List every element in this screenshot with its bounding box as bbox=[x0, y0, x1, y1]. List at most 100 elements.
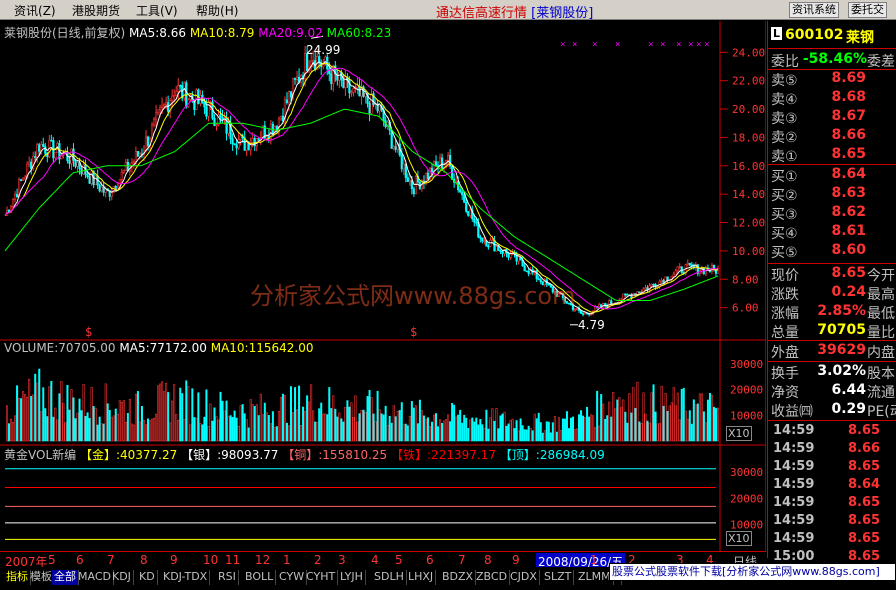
ask-level: 卖⑤ 8.69 bbox=[768, 70, 896, 89]
volume-bar bbox=[128, 399, 131, 442]
indicator-tab[interactable]: CYHT bbox=[304, 570, 339, 585]
stat-row-value: 0.24 bbox=[831, 284, 866, 300]
indicator-tab[interactable]: ZLMM bbox=[576, 570, 614, 585]
volume-bar bbox=[199, 422, 202, 442]
candle-body bbox=[352, 88, 355, 93]
date-label: 6 bbox=[76, 553, 84, 567]
candle-body bbox=[674, 270, 677, 275]
menu-info[interactable]: 资讯(Z) bbox=[14, 2, 56, 19]
volume-bar bbox=[396, 410, 399, 442]
candle-body bbox=[293, 78, 297, 80]
volume-bar bbox=[509, 420, 512, 442]
menu-help[interactable]: 帮助(H) bbox=[196, 2, 238, 19]
volume-bar bbox=[320, 402, 323, 442]
candle-body bbox=[434, 161, 438, 166]
volume-bar bbox=[185, 380, 188, 442]
candle-body bbox=[86, 174, 89, 177]
volume-bar bbox=[32, 394, 35, 442]
indicator-tab[interactable]: BDZX bbox=[440, 570, 477, 585]
menu-hk-futures[interactable]: 港股期货 bbox=[72, 2, 120, 19]
ask-level-value: 8.68 bbox=[831, 89, 866, 105]
volume-bar bbox=[271, 411, 274, 442]
volume-bar bbox=[555, 431, 558, 442]
volume-bar bbox=[439, 419, 442, 442]
volume-bar bbox=[346, 400, 349, 442]
volume-bar bbox=[640, 423, 643, 442]
candle-body bbox=[390, 129, 393, 149]
tick-price: 8.65 bbox=[848, 423, 881, 438]
volume-bar bbox=[328, 387, 331, 442]
candle-body bbox=[680, 266, 683, 273]
indicator-tab[interactable]: KD bbox=[137, 570, 158, 585]
volume-bar bbox=[372, 413, 375, 442]
volume-bar bbox=[88, 418, 91, 442]
volume-bar bbox=[298, 385, 301, 442]
commission-button[interactable]: 委托交 bbox=[848, 2, 887, 18]
volume-bar bbox=[604, 418, 607, 442]
menu-tools[interactable]: 工具(V) bbox=[136, 2, 178, 19]
volume-bar bbox=[16, 385, 19, 442]
volume-bar bbox=[263, 402, 266, 442]
volume-bar bbox=[638, 421, 641, 442]
candle-body bbox=[322, 64, 325, 67]
volume-bar bbox=[614, 408, 617, 442]
indicator-tab[interactable]: KDJ-TDX bbox=[161, 570, 211, 585]
candle-body bbox=[708, 270, 712, 272]
ad-banner[interactable]: 股票公式股票软件下载[分析家公式网www.88gs.com] bbox=[609, 563, 896, 581]
volume-bar bbox=[497, 428, 500, 442]
volume-bar bbox=[404, 423, 407, 442]
indicator-tab[interactable]: 全部 bbox=[52, 570, 79, 585]
indicator-tab[interactable]: SDLH bbox=[372, 570, 407, 585]
indicator-tab[interactable]: ZBCD bbox=[474, 570, 511, 585]
indicator-tab[interactable]: SLZT bbox=[542, 570, 575, 585]
volume-bar bbox=[98, 416, 101, 442]
volume-bar bbox=[610, 416, 613, 442]
volume-bar bbox=[205, 389, 208, 442]
indicator-tab[interactable]: CYW bbox=[277, 570, 308, 585]
tick-row: 14:59 8.65 bbox=[768, 423, 896, 441]
volume-bar bbox=[376, 390, 379, 442]
indicator-tab[interactable]: BOLL bbox=[243, 570, 277, 585]
volume-bar bbox=[696, 403, 699, 442]
indicator-tab[interactable]: CJDX bbox=[508, 570, 540, 585]
candle-body bbox=[678, 266, 681, 268]
candle-body bbox=[98, 184, 101, 192]
indicator-tab[interactable]: 模板 bbox=[28, 570, 55, 585]
tick-price: 8.65 bbox=[848, 513, 881, 528]
gold-vol-header: 黄金VOL新编 【金】:40377.27 【银】:98093.77 【铜】:15… bbox=[4, 446, 605, 463]
fin-row-value: 0.29 bbox=[831, 401, 866, 417]
info-system-button[interactable]: 资讯系统 bbox=[789, 2, 839, 18]
candle-body bbox=[378, 105, 381, 112]
indicator-tab[interactable]: LYJH bbox=[338, 570, 366, 585]
indicator-tab[interactable]: 指标 bbox=[4, 570, 31, 585]
candle-body bbox=[527, 270, 530, 274]
kline-chart[interactable]: 24.00 22.00 20.00 18.00 16.00 14.00 12.00 10.00… bbox=[0, 21, 766, 558]
volume-bar bbox=[461, 422, 464, 442]
indicator-tab[interactable]: MACD bbox=[76, 570, 114, 585]
date-label: 1 bbox=[283, 553, 291, 567]
volume-bar bbox=[114, 408, 117, 442]
indicator-tab[interactable]: LHXJ bbox=[406, 570, 437, 585]
volume-bar bbox=[12, 422, 15, 442]
volume-bar bbox=[68, 409, 71, 442]
candle-body bbox=[22, 178, 25, 181]
volume-bar bbox=[678, 419, 681, 442]
indicator-tab[interactable]: KDJ bbox=[110, 570, 134, 585]
volume-bar bbox=[147, 418, 150, 442]
candle-body bbox=[672, 273, 675, 277]
volume-bar bbox=[267, 415, 270, 442]
price-axis-label: 8.00 bbox=[732, 273, 759, 286]
fin-row-value: 6.44 bbox=[831, 382, 866, 398]
candle-body bbox=[459, 189, 462, 193]
candle-body bbox=[136, 151, 140, 157]
candle-body bbox=[295, 76, 299, 80]
volume-header: VOLUME:70705.00 MA5:77172.00 MA10:115642… bbox=[4, 341, 314, 355]
volume-bar bbox=[382, 414, 385, 442]
candle-body bbox=[463, 194, 466, 203]
volume-bar bbox=[418, 399, 421, 442]
volume-bar bbox=[151, 418, 154, 442]
ask-level-value: 8.65 bbox=[831, 146, 866, 162]
volume-bar bbox=[708, 393, 711, 442]
candle-body bbox=[408, 180, 411, 182]
indicator-tab[interactable]: RSI bbox=[216, 570, 239, 585]
